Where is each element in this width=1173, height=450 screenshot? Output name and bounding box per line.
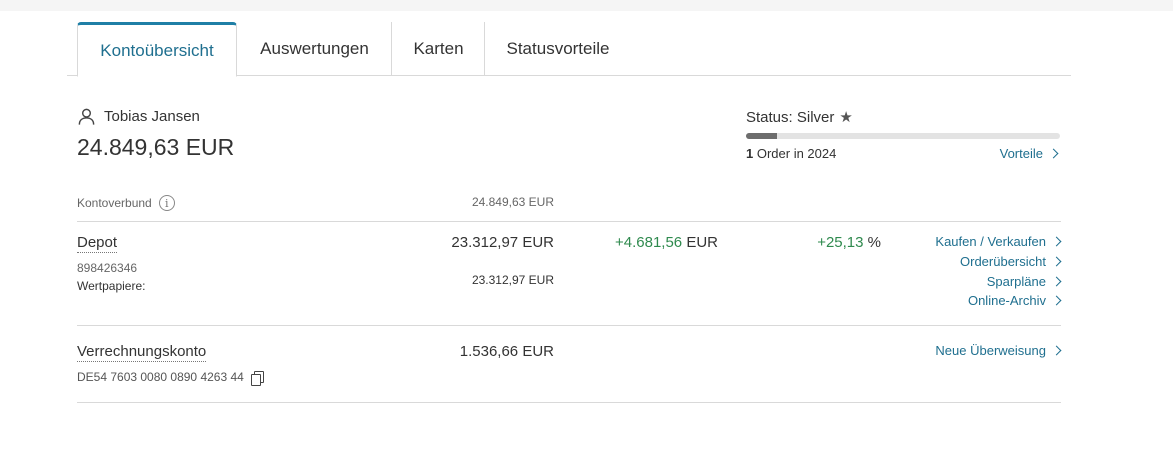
link-label: Neue Überweisung xyxy=(935,343,1046,359)
depot-gain-amount: +4.681,56 EUR xyxy=(615,234,718,251)
chevron-right-icon xyxy=(1051,345,1062,356)
link-label: Kaufen / Verkaufen xyxy=(935,234,1046,250)
info-icon[interactable]: i xyxy=(158,195,175,211)
vorteile-label: Vorteile xyxy=(999,146,1043,161)
tab-statusvorteile[interactable]: Statusvorteile xyxy=(485,22,631,76)
depot-sublabel: Wertpapiere: xyxy=(77,279,146,293)
status-label: Status: Silver ★ xyxy=(746,108,853,127)
top-strip xyxy=(0,0,1173,11)
online-archiv-link[interactable]: Online-Archiv xyxy=(967,291,1062,311)
gain-currency: EUR xyxy=(682,234,718,251)
vorteile-link[interactable]: Vorteile xyxy=(999,146,1059,161)
copy-icon[interactable] xyxy=(250,370,264,386)
kontoverbund-value: 24.849,63 EUR xyxy=(471,195,554,209)
tab-label: Karten xyxy=(413,39,464,58)
chevron-right-icon xyxy=(1051,236,1062,247)
chevron-right-icon xyxy=(1051,256,1062,267)
status-progress-bar xyxy=(746,133,1060,139)
chevron-right-icon xyxy=(1048,148,1059,159)
kontoverbund-text: Kontoverbund xyxy=(77,196,152,210)
orders-text: Order in 2024 xyxy=(753,146,837,161)
total-balance: 24.849,63 EUR xyxy=(77,134,235,160)
divider xyxy=(77,402,1061,403)
link-label: Sparpläne xyxy=(986,273,1046,289)
kontoverbund-label: Kontoverbund i xyxy=(77,195,175,211)
depot-gain-percent: +25,13 % xyxy=(817,234,881,251)
orderuebersicht-link[interactable]: Orderübersicht xyxy=(960,252,1062,272)
tab-bar: Kontoübersicht Auswertungen Karten Statu… xyxy=(67,22,1071,77)
tab-kontouebersicht[interactable]: Kontoübersicht xyxy=(77,22,237,77)
tab-label: Auswertungen xyxy=(260,39,369,58)
tab-karten[interactable]: Karten xyxy=(392,22,485,76)
chevron-right-icon xyxy=(1051,276,1062,287)
depot-name[interactable]: Depot xyxy=(77,234,118,253)
neue-ueberweisung-link[interactable]: Neue Überweisung xyxy=(935,341,1062,361)
divider xyxy=(77,325,1061,326)
depot-actions: Kaufen / Verkaufen Orderübersicht Sparpl… xyxy=(935,232,1062,311)
gain-value: +4.681,56 xyxy=(615,234,683,251)
depot-number: 898426346 xyxy=(77,261,138,275)
star-icon: ★ xyxy=(839,109,853,126)
tab-label: Kontoübersicht xyxy=(100,40,214,60)
sparplaene-link[interactable]: Sparpläne xyxy=(986,271,1062,291)
depot-sub-value: 23.312,97 EUR xyxy=(471,273,554,287)
status-text: Status: Silver xyxy=(746,108,835,126)
chevron-right-icon xyxy=(1051,295,1062,306)
tab-auswertungen[interactable]: Auswertungen xyxy=(237,22,392,76)
verrechnungskonto-actions: Neue Überweisung xyxy=(935,341,1062,361)
kaufen-verkaufen-link[interactable]: Kaufen / Verkaufen xyxy=(935,232,1062,252)
user-icon xyxy=(78,108,95,125)
gain-pct-unit: % xyxy=(863,234,881,251)
divider xyxy=(77,221,1061,222)
verrechnungskonto-name[interactable]: Verrechnungskonto xyxy=(77,343,207,362)
gain-pct-value: +25,13 xyxy=(817,234,864,251)
link-label: Orderübersicht xyxy=(960,254,1046,270)
iban: DE54 7603 0080 0890 4263 44 xyxy=(77,370,264,386)
link-label: Online-Archiv xyxy=(967,293,1046,309)
tab-label: Statusvorteile xyxy=(506,39,610,58)
status-progress-fill xyxy=(746,133,778,139)
account-holder: Tobias Jansen xyxy=(77,107,200,126)
depot-value: 23.312,97 EUR xyxy=(451,234,554,251)
verrechnungskonto-value: 1.536,66 EUR xyxy=(459,343,554,360)
holder-name: Tobias Jansen xyxy=(104,108,200,125)
iban-text: DE54 7603 0080 0890 4263 44 xyxy=(77,370,244,384)
orders-info: 1 Order in 2024 xyxy=(746,146,836,161)
